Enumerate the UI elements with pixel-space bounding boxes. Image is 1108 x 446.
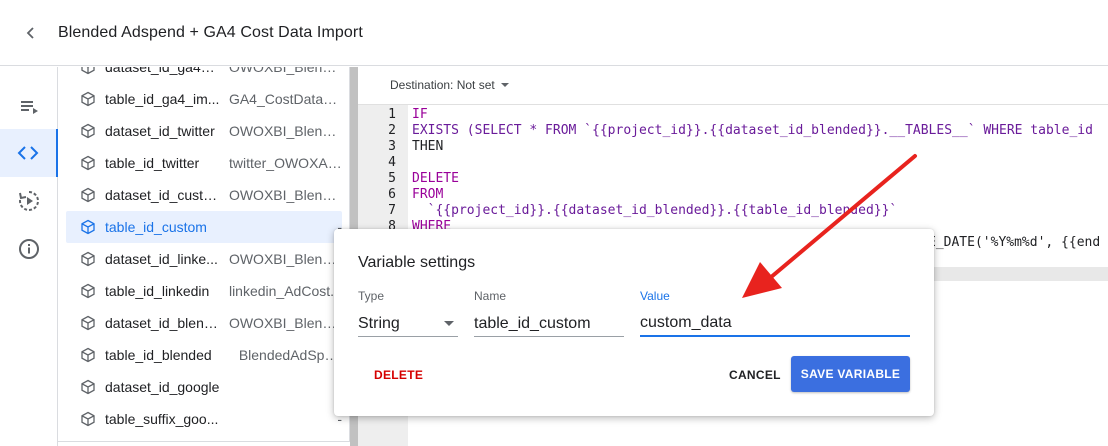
- line-number: 7: [388, 203, 396, 218]
- variable-row[interactable]: table_id_ga4_im... GA4_CostData_I...: [66, 83, 342, 115]
- type-field[interactable]: Type String: [358, 289, 458, 337]
- variable-row[interactable]: dataset_id_custo... OWOXBI_Blende...: [66, 179, 342, 211]
- line-number: 6: [388, 187, 396, 202]
- query-list-icon[interactable]: [0, 83, 58, 131]
- list-divider: [58, 441, 350, 446]
- cube-icon: [80, 155, 96, 171]
- type-value: String: [358, 314, 400, 332]
- variable-row[interactable]: dataset_id_ga4_i... OWOXBI_Blende...: [66, 67, 342, 83]
- variable-settings-dialog: Variable settings Type String Name table…: [334, 229, 934, 416]
- line-number: 3: [388, 139, 396, 154]
- cube-icon: [80, 91, 96, 107]
- variable-row[interactable]: dataset_id_twitter OWOXBI_Blende...: [66, 115, 342, 147]
- destination-selector[interactable]: Destination: Not set: [390, 78, 509, 92]
- variable-value: -: [229, 379, 342, 395]
- variable-row[interactable]: dataset_id_google-: [66, 371, 342, 403]
- variable-name: dataset_id_ga4_i...: [105, 67, 222, 75]
- code-icon[interactable]: [0, 129, 58, 177]
- variable-value: -: [337, 219, 342, 235]
- page: Blended Adspend + GA4 Cost Data Import d…: [0, 0, 1108, 446]
- variable-value: OWOXBI_Blende...: [228, 251, 342, 267]
- code-line: E_DATE('%Y%m%d', {{end: [928, 235, 1101, 250]
- code-line: FROM: [412, 187, 444, 202]
- cancel-button[interactable]: CANCEL: [729, 368, 781, 382]
- variable-name: dataset_id_blend...: [105, 315, 222, 331]
- code-line: `{{project_id}}.{{dataset_id_blended}}.{…: [412, 203, 898, 218]
- type-label: Type: [358, 289, 385, 303]
- cube-icon: [80, 123, 96, 139]
- variable-value: linkedin_AdCost...: [228, 283, 342, 299]
- info-icon[interactable]: [0, 225, 58, 273]
- variable-value: OWOXBI_Blende...: [228, 187, 342, 203]
- line-number: 4: [388, 155, 396, 170]
- variable-row[interactable]: table_suffix_goo... -: [66, 403, 342, 435]
- cube-icon: [80, 67, 96, 75]
- cube-icon: [80, 347, 96, 363]
- variable-value: -: [337, 411, 342, 427]
- page-title: Blended Adspend + GA4 Cost Data Import: [58, 23, 363, 41]
- chevron-down-icon: [500, 83, 509, 87]
- cube-icon: [80, 219, 96, 235]
- delete-button[interactable]: DELETE: [374, 368, 423, 382]
- name-value: table_id_custom: [474, 314, 591, 332]
- header: Blended Adspend + GA4 Cost Data Import: [0, 0, 1108, 66]
- type-select[interactable]: String: [358, 311, 458, 337]
- variable-value: OWOXBI_Blende...: [228, 315, 342, 331]
- name-field[interactable]: Name table_id_custom: [474, 289, 624, 337]
- variable-name: table_id_linkedin: [105, 283, 210, 299]
- variable-value: BlendedAdSpend...: [238, 347, 342, 363]
- variable-row[interactable]: table_id_twitter twitter_OWOXAd...: [66, 147, 342, 179]
- variable-value: OWOXBI_Blende...: [228, 67, 342, 75]
- variable-name: dataset_id_linke...: [105, 251, 218, 267]
- destination-label: Destination: Not set: [390, 78, 495, 92]
- back-icon[interactable]: [20, 22, 42, 44]
- cube-icon: [80, 379, 96, 395]
- variable-name: dataset_id_twitter: [105, 123, 215, 139]
- variable-name: dataset_id_custo...: [105, 187, 222, 203]
- cube-icon: [80, 251, 96, 267]
- name-label: Name: [474, 289, 507, 303]
- variable-name: table_id_twitter: [105, 155, 200, 171]
- variable-name: table_suffix_goo...: [105, 411, 219, 427]
- name-input[interactable]: table_id_custom: [474, 311, 624, 337]
- code-line: THEN: [412, 139, 444, 154]
- code-line: IF: [412, 107, 428, 122]
- variable-value: twitter_OWOXAd...: [228, 155, 342, 171]
- variable-row[interactable]: dataset_id_linke... OWOXBI_Blende...: [66, 243, 342, 275]
- line-number: 5: [388, 171, 396, 186]
- code-line: DELETE: [412, 171, 459, 186]
- variable-value: OWOXBI_Blende...: [228, 123, 342, 139]
- line-number: 2: [388, 123, 396, 138]
- cube-icon: [80, 283, 96, 299]
- cube-icon: [80, 315, 96, 331]
- variable-name: table_id_custom: [105, 219, 207, 235]
- variable-value: GA4_CostData_I...: [228, 91, 342, 107]
- cube-icon: [80, 411, 96, 427]
- code-line: EXISTS (SELECT * FROM `{{project_id}}.{{…: [412, 123, 1093, 138]
- value-value: custom_data: [640, 314, 732, 331]
- schedule-run-icon[interactable]: [0, 177, 58, 225]
- variable-row[interactable]: table_id_linkedin linkedin_AdCost...: [66, 275, 342, 307]
- line-number: 1: [388, 107, 396, 122]
- value-label: Value: [640, 289, 670, 303]
- variable-row[interactable]: table_id_blended BlendedAdSpend...: [66, 339, 342, 371]
- nav-rail: [0, 67, 58, 446]
- cube-icon: [80, 187, 96, 203]
- value-input[interactable]: custom_data: [640, 311, 910, 337]
- dialog-title: Variable settings: [358, 254, 476, 271]
- variable-row-selected[interactable]: table_id_custom -: [66, 211, 342, 243]
- variable-name: dataset_id_google: [105, 379, 220, 395]
- variable-row[interactable]: dataset_id_blend... OWOXBI_Blende...: [66, 307, 342, 339]
- save-variable-button[interactable]: SAVE VARIABLE: [791, 356, 910, 392]
- value-field[interactable]: Value custom_data: [640, 289, 910, 337]
- chevron-down-icon: [444, 321, 454, 326]
- variable-list: dataset_id_ga4_i... OWOXBI_Blende... tabl…: [58, 67, 350, 446]
- variable-name: table_id_blended: [105, 347, 212, 363]
- variable-name: table_id_ga4_im...: [105, 91, 220, 107]
